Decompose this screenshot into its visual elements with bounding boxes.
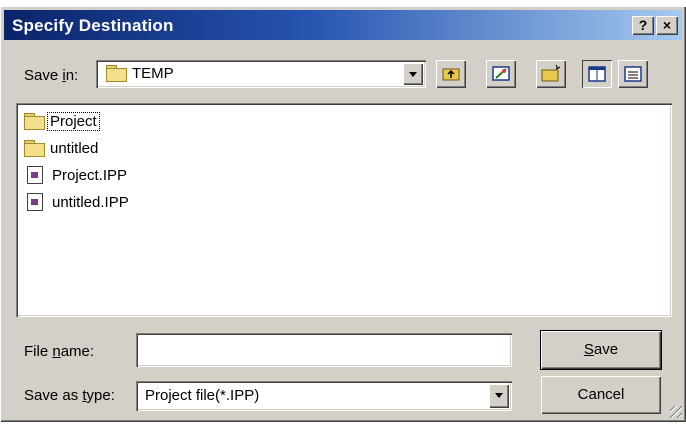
folder-icon (106, 65, 127, 82)
folder-icon (24, 140, 45, 157)
list-item[interactable]: untitled (24, 136, 100, 160)
new-folder-icon (541, 64, 561, 82)
file-name-label: untitled.IPP (52, 193, 129, 211)
chevron-down-icon[interactable] (489, 384, 509, 408)
file-name-label: untitled (50, 139, 99, 157)
save-in-value: TEMP (132, 65, 174, 82)
file-name-label: Project.IPP (52, 166, 128, 184)
save-as-type-value: Project file(*.IPP) (145, 387, 260, 404)
desktop-button[interactable] (486, 60, 516, 88)
save-in-label: Save in: (24, 67, 79, 84)
save-in-dropdown[interactable]: TEMP (96, 60, 426, 88)
specify-destination-dialog: Specify Destination ? × Save in: TEMP Pr… (0, 6, 686, 422)
cancel-button[interactable]: Cancel (541, 376, 661, 414)
file-list[interactable]: Project untitled Project.IPP untitled.IP… (16, 103, 672, 317)
resize-grip[interactable] (670, 406, 682, 418)
file-name-input[interactable] (136, 333, 512, 367)
document-icon (27, 166, 43, 184)
save-button[interactable]: Save (541, 331, 661, 369)
list-item[interactable]: Project.IPP (24, 163, 129, 187)
help-button[interactable]: ? (632, 16, 654, 35)
title-bar[interactable]: Specify Destination ? × (4, 10, 682, 40)
details-view-button[interactable] (618, 60, 648, 88)
list-view-icon (588, 66, 606, 82)
list-view-button[interactable] (582, 60, 612, 88)
document-icon (27, 193, 43, 211)
up-folder-icon (442, 68, 460, 81)
details-view-icon (624, 66, 642, 82)
list-item[interactable]: untitled.IPP (24, 190, 131, 214)
folder-icon (24, 113, 45, 130)
file-name-label: Project (47, 111, 100, 131)
list-item[interactable]: Project (24, 109, 100, 133)
close-button[interactable]: × (656, 16, 678, 35)
file-name-label: File name: (24, 343, 95, 360)
new-folder-button[interactable] (536, 60, 566, 88)
save-as-type-label: Save as type: (24, 387, 115, 404)
window-title: Specify Destination (12, 16, 174, 35)
desktop-icon (492, 66, 510, 81)
chevron-down-icon[interactable] (403, 63, 423, 85)
up-folder-button[interactable] (436, 60, 466, 88)
save-as-type-dropdown[interactable]: Project file(*.IPP) (136, 381, 512, 411)
